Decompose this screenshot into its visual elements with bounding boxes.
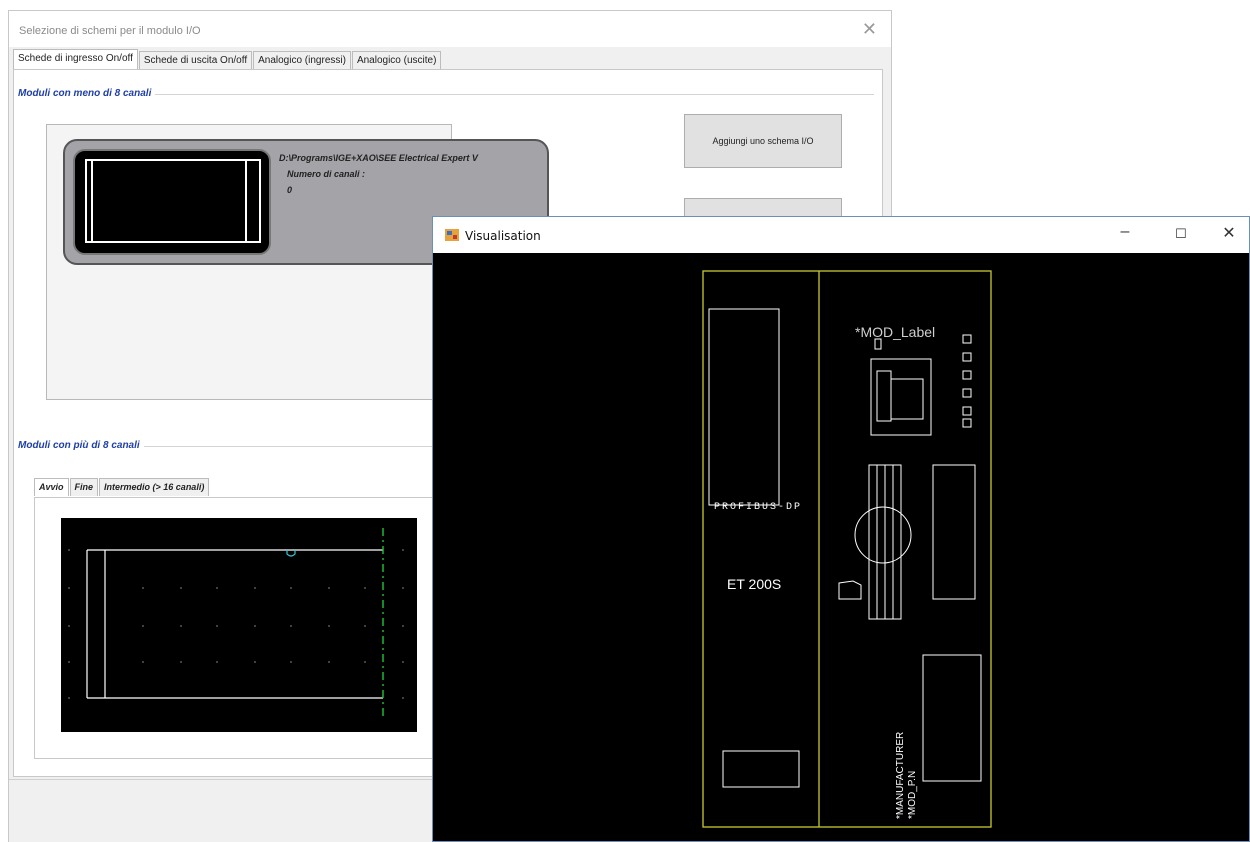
tab-onoff-inputs[interactable]: Schede di ingresso On/off	[13, 49, 138, 70]
visualisation-titlebar: Visualisation – ☐ ✕	[433, 217, 1249, 253]
close-icon[interactable]: ✕	[1209, 223, 1249, 243]
vertical-labels: *MANUFACTURER *MOD_P.N	[895, 732, 918, 819]
mod-pn-label: *MOD_P.N	[907, 771, 918, 819]
channel-subtabs: Avvio Fine Intermedio (> 16 canali)	[34, 478, 210, 496]
visualisation-window: Visualisation – ☐ ✕ PROFIBUS-DP ET 200S …	[432, 216, 1250, 842]
channel-count-label: Numero di canali :	[287, 169, 366, 179]
add-io-schema-button[interactable]: Aggiungi uno schema I/O	[684, 114, 842, 168]
dialog-title: Selezione di schemi per il modulo I/O	[19, 25, 201, 37]
thumbnail-right-bar	[245, 159, 253, 243]
maximize-icon[interactable]: ☐	[1161, 226, 1201, 242]
subtab-panel	[34, 497, 450, 759]
manufacturer-label: *MANUFACTURER	[895, 732, 906, 819]
et200s-label: ET 200S	[727, 576, 781, 592]
dialog-tabs: Schede di ingresso On/off Schede di usci…	[13, 49, 442, 70]
left-section-components	[708, 308, 800, 788]
channel-count-value: 0	[287, 185, 293, 195]
schema-path: D:\Programs\IGE+XAO\SEE Electrical Exper…	[279, 153, 478, 163]
thumbnail-frame	[85, 159, 261, 243]
subtab-start[interactable]: Avvio	[34, 478, 69, 496]
tab-analog-outputs[interactable]: Analogico (uscite)	[351, 51, 442, 70]
schema-preview-area: D:\Programs\IGE+XAO\SEE Electrical Exper…	[46, 124, 549, 400]
profibus-label: PROFIBUS-DP	[714, 502, 802, 513]
group-many-title: Moduli con più di 8 canali	[18, 440, 144, 451]
dialog-close-icon[interactable]: ✕	[862, 19, 877, 40]
multi-channel-schema-preview[interactable]	[61, 518, 417, 732]
group-few-title: Moduli con meno di 8 canali	[18, 88, 156, 99]
thumbnail-left-bar	[85, 159, 93, 243]
minimize-icon[interactable]: –	[1105, 223, 1145, 241]
tab-analog-inputs[interactable]: Analogico (ingressi)	[253, 51, 351, 70]
visualisation-title: Visualisation	[465, 229, 541, 243]
mod-label-text: *MOD_Label	[855, 324, 935, 340]
module-outline	[702, 270, 992, 828]
subtab-intermediate[interactable]: Intermedio (> 16 canali)	[99, 478, 210, 496]
module-drawing-canvas: PROFIBUS-DP ET 200S *MOD_Label *MANUFACT…	[702, 270, 992, 828]
dialog-titlebar: Selezione di schemi per il modulo I/O ✕	[9, 11, 891, 47]
subtab-end[interactable]: Fine	[69, 478, 99, 496]
tab-onoff-outputs[interactable]: Schede di uscita On/off	[138, 51, 253, 70]
schema-thumbnail	[73, 149, 271, 255]
app-icon	[445, 229, 459, 241]
right-section-components	[838, 334, 982, 782]
